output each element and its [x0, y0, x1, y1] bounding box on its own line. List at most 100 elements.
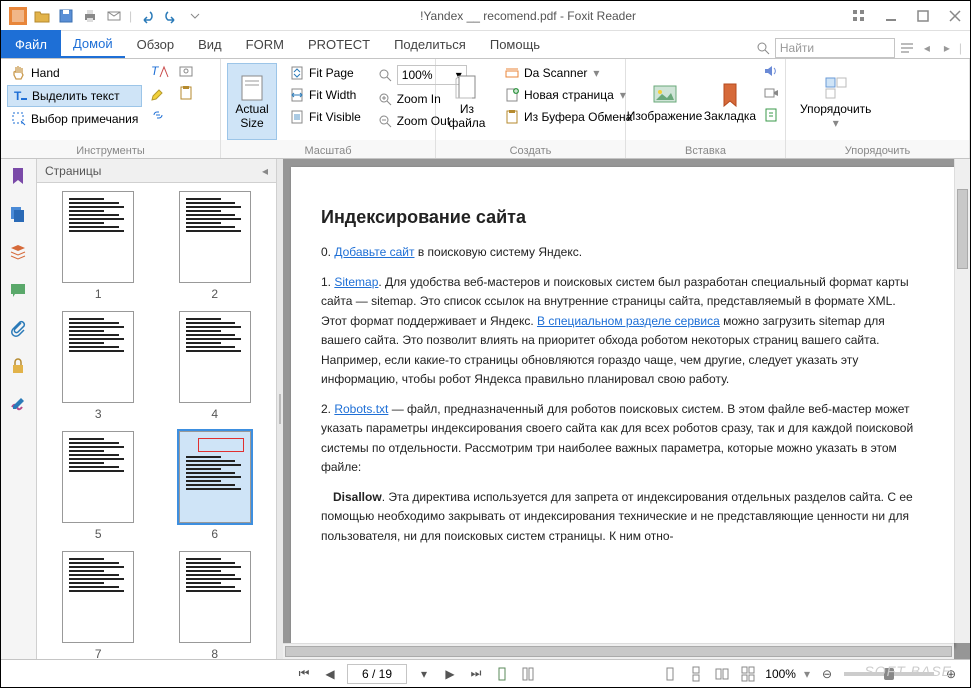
document-scroll[interactable]: Индексирование сайта 0. Добавьте сайт в … — [283, 159, 970, 659]
page-input[interactable]: 6 / 19 — [347, 664, 407, 684]
ribbon-tabs: Файл Домой Обзор Вид FORM PROTECT Подели… — [1, 31, 970, 59]
tab-form[interactable]: FORM — [234, 30, 296, 58]
image-button[interactable]: Изображение — [632, 63, 697, 140]
pages-panel: Страницы ◂ 12345678 — [37, 159, 277, 659]
thumbnail-page-1[interactable] — [62, 191, 134, 283]
thumbnail-page-5[interactable] — [62, 431, 134, 523]
fit-width-button[interactable]: Fit Width — [285, 85, 365, 105]
search-options-icon[interactable] — [899, 40, 915, 56]
quick-access-toolbar: | — [9, 7, 204, 25]
da-scanner-button[interactable]: Da Scanner▾ — [500, 63, 636, 83]
link-robots[interactable]: Robots.txt — [334, 402, 388, 416]
thumbnail-page-7[interactable] — [62, 551, 134, 643]
link-add-site[interactable]: Добавьте сайт — [334, 245, 414, 259]
close-panel-icon[interactable]: ◂ — [262, 164, 268, 178]
link-icon[interactable] — [150, 107, 170, 123]
qat-dropdown-icon[interactable] — [186, 7, 204, 25]
thumbnail-page-3[interactable] — [62, 311, 134, 403]
layers-nav-icon[interactable] — [9, 243, 29, 263]
fit-visible-button[interactable]: Fit Visible — [285, 107, 365, 127]
thumbnail-page-8[interactable] — [179, 551, 251, 643]
snapshot-icon[interactable] — [178, 63, 194, 79]
document-view: Индексирование сайта 0. Добавьте сайт в … — [283, 159, 970, 659]
save-icon[interactable] — [57, 7, 75, 25]
thumb-number: 1 — [95, 287, 102, 301]
tab-share[interactable]: Поделиться — [382, 30, 478, 58]
horizontal-scrollbar[interactable] — [283, 643, 954, 659]
undo-icon[interactable] — [138, 7, 156, 25]
first-page-button[interactable]: ⏮ — [295, 665, 313, 683]
statusbar: ⏮ ◀ 6 / 19 ▾ ▶ ⏭ 100% ▾ ⊖ ⊕ — [1, 659, 970, 687]
redo-icon[interactable] — [162, 7, 180, 25]
zoom-out-status[interactable]: ⊖ — [818, 665, 836, 683]
tab-help[interactable]: Помощь — [478, 30, 552, 58]
doc-heading: Индексирование сайта — [321, 207, 924, 228]
next-page-button[interactable]: ▶ — [441, 665, 459, 683]
tab-review[interactable]: Обзор — [125, 30, 187, 58]
audio-icon[interactable] — [763, 63, 779, 79]
tab-protect[interactable]: PROTECT — [296, 30, 382, 58]
continuous-facing-icon[interactable] — [739, 665, 757, 683]
thumb-number: 8 — [211, 647, 218, 659]
signatures-nav-icon[interactable] — [9, 395, 29, 415]
bookmark-button[interactable]: Закладка — [705, 63, 755, 140]
email-icon[interactable] — [105, 7, 123, 25]
zoom-display: 100% — [765, 667, 796, 681]
bookmarks-nav-icon[interactable] — [9, 167, 29, 187]
search-icon[interactable] — [755, 40, 771, 56]
open-icon[interactable] — [33, 7, 51, 25]
attachments-nav-icon[interactable] — [9, 319, 29, 339]
continuous-icon[interactable] — [687, 665, 705, 683]
security-nav-icon[interactable] — [9, 357, 29, 377]
window-title: !Yandex __ recomend.pdf - Foxit Reader — [204, 9, 852, 23]
doc-p0: 0. Добавьте сайт в поисковую систему Янд… — [321, 242, 924, 262]
minimize-icon[interactable] — [884, 9, 898, 23]
from-file-button[interactable]: Из файла — [442, 63, 492, 140]
vertical-scrollbar[interactable] — [954, 159, 970, 643]
thumbnail-page-2[interactable] — [179, 191, 251, 283]
file-tab[interactable]: Файл — [1, 30, 61, 58]
tools-group-label: Инструменты — [1, 140, 220, 158]
pages-nav-icon[interactable] — [9, 205, 29, 225]
thumbnail-page-6[interactable] — [179, 431, 251, 523]
thumbnails[interactable]: 12345678 — [37, 183, 276, 659]
new-page-button[interactable]: Новая страница▾ — [500, 85, 636, 105]
hand-tool[interactable]: Hand — [7, 63, 142, 83]
view-mode-1-icon[interactable] — [493, 665, 511, 683]
single-page-icon[interactable] — [661, 665, 679, 683]
maximize-icon[interactable] — [916, 9, 930, 23]
fit-page-button[interactable]: Fit Page — [285, 63, 365, 83]
close-icon[interactable] — [948, 9, 962, 23]
view-mode-2-icon[interactable] — [519, 665, 537, 683]
arrange-button[interactable]: Упорядочить ▾ — [792, 63, 879, 140]
clipboard-icon[interactable] — [178, 85, 194, 101]
facing-icon[interactable] — [713, 665, 731, 683]
search-input[interactable]: Найти — [775, 38, 895, 58]
thumb-number: 5 — [95, 527, 102, 541]
thumb-number: 7 — [95, 647, 102, 659]
print-icon[interactable] — [81, 7, 99, 25]
last-page-button[interactable]: ⏭ — [467, 665, 485, 683]
link-sitemap[interactable]: Sitemap — [334, 275, 378, 289]
select-annotation-tool[interactable]: Выбор примечания — [7, 109, 142, 129]
search-prev[interactable]: ◂ — [919, 38, 935, 58]
nav-panel — [1, 159, 37, 659]
tab-view[interactable]: Вид — [186, 30, 234, 58]
select-text-tool[interactable]: TВыделить текст — [7, 85, 142, 107]
attachment-icon[interactable] — [763, 107, 779, 123]
video-icon[interactable] — [763, 85, 779, 101]
ribbon-options-icon[interactable] — [852, 9, 866, 23]
search-next[interactable]: ▸ — [939, 38, 955, 58]
link-special-section[interactable]: В специальном разделе сервиса — [537, 314, 720, 328]
from-clipboard-button[interactable]: Из Буфера Обмена — [500, 107, 636, 127]
prev-page-button[interactable]: ◀ — [321, 665, 339, 683]
comments-nav-icon[interactable] — [9, 281, 29, 301]
create-group-label: Создать — [436, 140, 625, 158]
text-style-icon[interactable]: T — [150, 63, 170, 79]
highlight-icon[interactable] — [150, 85, 170, 101]
thumbnail-page-4[interactable] — [179, 311, 251, 403]
actual-size-button[interactable]: Actual Size — [227, 63, 277, 140]
tab-home[interactable]: Домой — [61, 30, 125, 58]
workarea: Страницы ◂ 12345678 Индексирование сайта… — [1, 159, 970, 659]
page-dropdown[interactable]: ▾ — [415, 665, 433, 683]
